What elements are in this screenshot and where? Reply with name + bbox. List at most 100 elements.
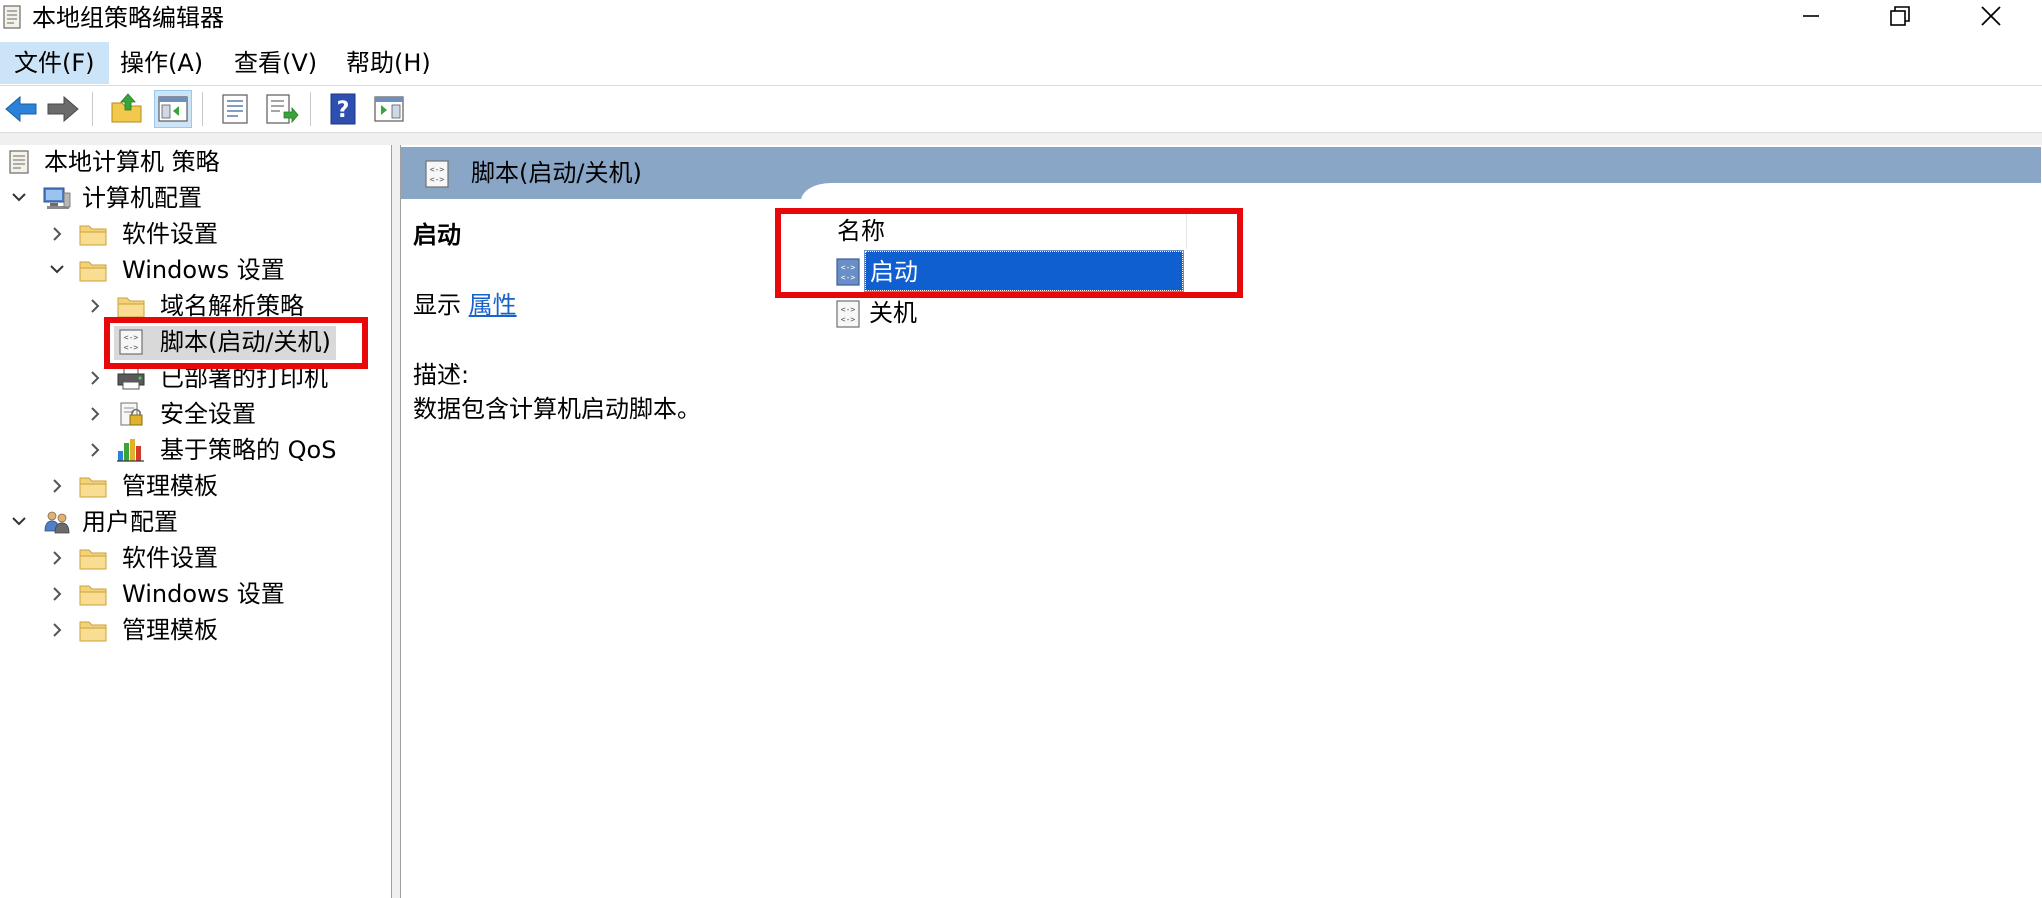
- tree-item-user-windows-settings[interactable]: Windows 设置: [0, 577, 392, 611]
- svg-text:<->: <->: [841, 305, 856, 314]
- tree-item-label: 基于策略的 QoS: [160, 436, 337, 464]
- computer-icon: [43, 187, 71, 209]
- folder-icon: [79, 261, 107, 282]
- tree-item-label: Windows 设置: [122, 256, 285, 284]
- toolbar-separator: [310, 92, 311, 126]
- restore-button[interactable]: [1855, 0, 1945, 36]
- chevron-right-icon[interactable]: [46, 217, 68, 251]
- help-button[interactable]: ?: [324, 90, 362, 128]
- up-one-level-button[interactable]: [108, 90, 146, 128]
- close-button[interactable]: [1945, 0, 2035, 36]
- toolbar: ?: [0, 86, 2042, 132]
- tree-item-label: 用户配置: [82, 508, 178, 536]
- folder-up-icon: [111, 93, 142, 123]
- tree-item-user-configuration[interactable]: 用户配置: [0, 505, 392, 539]
- back-arrow-icon: [5, 95, 37, 123]
- show-label: 显示: [413, 291, 461, 319]
- list-item-shutdown[interactable]: <-> <-> 关机: [835, 293, 1187, 333]
- window-title: 本地组策略编辑器: [32, 4, 224, 32]
- minimize-button[interactable]: [1765, 0, 1855, 36]
- svg-text:<->: <->: [430, 175, 445, 184]
- script-icon: <-> <->: [425, 160, 449, 188]
- extended-item-title: 启动: [413, 221, 461, 249]
- description-label: 描述:: [413, 361, 470, 389]
- menu-bar: 文件(F) 操作(A) 查看(V) 帮助(H): [0, 42, 2042, 84]
- chevron-right-icon[interactable]: [84, 289, 106, 323]
- description-text: 数据包含计算机启动脚本。: [413, 395, 701, 423]
- tree-item-software-settings[interactable]: 软件设置: [0, 217, 392, 251]
- script-icon: <-> <->: [836, 300, 860, 328]
- policy-editor-app-icon: [3, 5, 21, 29]
- tree-item-windows-settings[interactable]: Windows 设置: [0, 253, 392, 287]
- tree-item-label: 管理模板: [122, 616, 218, 644]
- tree-item-administrative-templates[interactable]: 管理模板: [0, 469, 392, 503]
- minimize-icon: [1803, 15, 1819, 17]
- folder-icon: [79, 549, 107, 570]
- gpedit-window: 本地组策略编辑器 文件(F) 操作(A) 查看(V) 帮助(H) ? 本地计算机…: [0, 0, 2042, 898]
- console-tree-icon: [158, 96, 188, 122]
- tree-item-user-administrative-templates[interactable]: 管理模板: [0, 613, 392, 647]
- tree-item-policy-based-qos[interactable]: 基于策略的 QoS: [0, 433, 392, 467]
- chevron-right-icon[interactable]: [84, 397, 106, 431]
- folder-icon: [79, 585, 107, 606]
- policy-document-icon: [9, 150, 29, 174]
- users-icon: [44, 511, 70, 534]
- chevron-right-icon[interactable]: [46, 469, 68, 503]
- chevron-right-icon[interactable]: [84, 433, 106, 467]
- details-header-title: 脚本(启动/关机): [471, 159, 642, 187]
- toolbar-separator: [92, 92, 93, 126]
- bar-chart-icon: [117, 439, 144, 462]
- header-decoration: [801, 183, 2041, 201]
- tree-item-label: 软件设置: [122, 220, 218, 248]
- tree-item-label: Windows 设置: [122, 580, 285, 608]
- show-hide-tree-button[interactable]: [154, 90, 192, 128]
- properties-button[interactable]: [216, 90, 254, 128]
- folder-icon: [79, 225, 107, 246]
- back-button[interactable]: [2, 90, 40, 128]
- tree-item-label: 本地计算机 策略: [44, 148, 220, 176]
- svg-text:<->: <->: [430, 165, 445, 174]
- toolbar-bottom-strip: [0, 132, 2042, 145]
- details-header: <-> <-> 脚本(启动/关机): [401, 147, 2041, 201]
- menu-view[interactable]: 查看(V): [220, 42, 331, 84]
- tree-item-local-computer-policy[interactable]: 本地计算机 策略: [0, 145, 392, 179]
- tree-item-label: 安全设置: [160, 400, 256, 428]
- forward-button[interactable]: [44, 90, 82, 128]
- chevron-right-icon[interactable]: [46, 577, 68, 611]
- tree-item-label: 管理模板: [122, 472, 218, 500]
- annotation-box-scripts: [104, 317, 368, 369]
- chevron-right-icon[interactable]: [46, 541, 68, 575]
- close-icon: [1981, 6, 2001, 26]
- chevron-down-icon[interactable]: [8, 505, 30, 539]
- tree-item-security-settings[interactable]: 安全设置: [0, 397, 392, 431]
- forward-arrow-icon: [47, 95, 79, 123]
- list-item-label: 关机: [869, 299, 917, 327]
- chevron-right-icon[interactable]: [46, 613, 68, 647]
- title-bar: 本地组策略编辑器: [0, 0, 2042, 36]
- properties-link[interactable]: 属性: [469, 291, 517, 319]
- show-action-pane-button[interactable]: [370, 90, 408, 128]
- chevron-down-icon[interactable]: [46, 253, 68, 287]
- folder-icon: [79, 477, 107, 498]
- pane-splitter[interactable]: [392, 145, 400, 898]
- properties-sheet-icon: [222, 94, 248, 124]
- help-question-icon: ?: [330, 93, 356, 125]
- action-pane-icon: [374, 96, 404, 122]
- toolbar-separator: [202, 92, 203, 126]
- menu-help[interactable]: 帮助(H): [332, 42, 445, 84]
- export-list-button[interactable]: [262, 90, 300, 128]
- chevron-right-icon[interactable]: [84, 361, 106, 395]
- security-lock-icon: [120, 402, 143, 426]
- console-tree: 本地计算机 策略 计算机配置 软件设置 Windows 设置 域名解析策略 <-…: [0, 145, 392, 898]
- tree-item-computer-configuration[interactable]: 计算机配置: [0, 181, 392, 215]
- svg-text:?: ?: [337, 98, 350, 123]
- tree-item-user-software-settings[interactable]: 软件设置: [0, 541, 392, 575]
- menu-action[interactable]: 操作(A): [106, 42, 217, 84]
- export-list-icon: [266, 94, 299, 124]
- menu-file[interactable]: 文件(F): [0, 42, 109, 84]
- folder-icon: [79, 621, 107, 642]
- folder-icon: [117, 297, 145, 318]
- svg-text:<->: <->: [841, 315, 856, 324]
- tree-item-label: 软件设置: [122, 544, 218, 572]
- chevron-down-icon[interactable]: [8, 181, 30, 215]
